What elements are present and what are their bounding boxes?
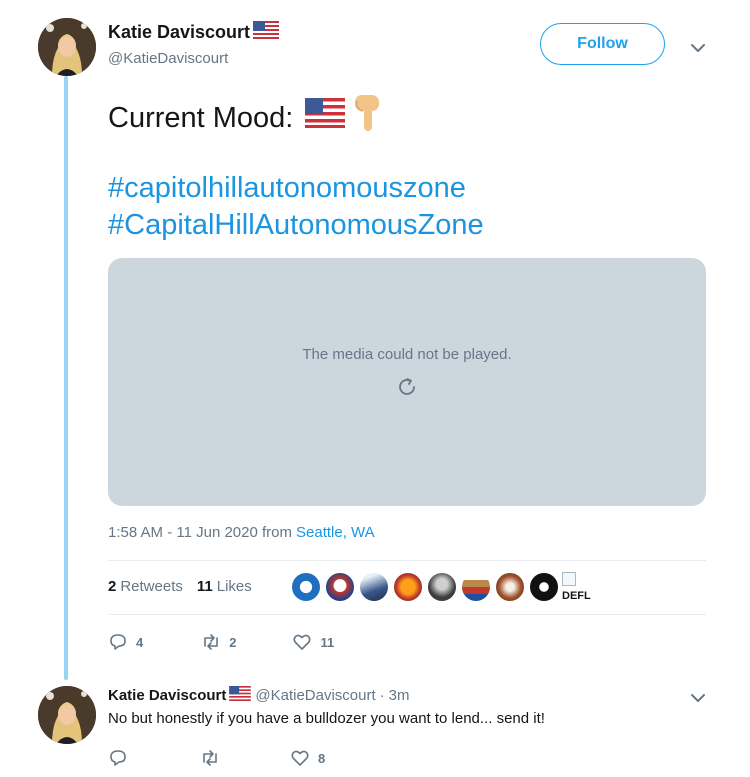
media-player[interactable]: The media could not be played. — [108, 258, 706, 506]
us-flag-icon — [305, 98, 346, 138]
retweets-count[interactable]: 2 — [108, 578, 116, 595]
retweet-icon — [204, 634, 219, 650]
liker-avatar[interactable] — [290, 571, 322, 603]
retweet-count: 2 — [229, 634, 237, 650]
media-error-message: The media could not be played. — [302, 346, 512, 363]
reply-icon — [110, 750, 126, 766]
retry-icon[interactable] — [395, 375, 419, 399]
display-name[interactable]: Katie Daviscourt — [108, 687, 226, 704]
chevron-down-icon[interactable] — [688, 688, 708, 708]
likes-count[interactable]: 11 — [197, 578, 213, 595]
separator: · — [379, 687, 385, 704]
liker-avatar[interactable] — [460, 571, 492, 603]
reply-button[interactable]: 4 — [108, 632, 143, 652]
display-name[interactable]: Katie Daviscourt — [108, 22, 250, 43]
tweet-stats: 2 Retweets 11 Likes — [108, 578, 252, 595]
reply-icon — [110, 634, 126, 650]
liker-avatar[interactable] — [528, 571, 560, 603]
avatar[interactable] — [38, 18, 96, 76]
divider — [108, 560, 706, 561]
tweet-timestamp: 1:58 AM - 11 Jun 2020 from Seattle, WA — [108, 524, 375, 541]
broken-image-alt: DEFL — [562, 590, 591, 602]
retweet-icon — [203, 750, 217, 766]
retweet-button[interactable] — [200, 748, 228, 768]
like-button[interactable]: 8 — [290, 748, 325, 768]
chevron-down-icon[interactable] — [688, 38, 708, 58]
tweet-time[interactable]: 1:58 AM - 11 Jun 2020 from — [108, 524, 292, 541]
likers-list: DEFL — [290, 570, 598, 604]
hashtag-link[interactable]: #capitolhillautonomouszone — [108, 172, 466, 205]
divider — [108, 614, 706, 615]
avatar[interactable] — [38, 686, 96, 744]
tweet-text: Current Mood: — [108, 93, 385, 143]
us-flag-icon — [229, 686, 252, 705]
follow-button[interactable]: Follow — [540, 23, 665, 65]
retweet-button[interactable]: 2 — [201, 632, 236, 652]
reply-actions: 8 — [108, 748, 325, 768]
us-flag-icon — [253, 21, 280, 44]
reply-count: 4 — [136, 634, 144, 650]
reply-button[interactable] — [108, 748, 136, 768]
pointing-down-icon — [351, 93, 385, 143]
liker-avatar[interactable] — [324, 571, 356, 603]
heart-icon — [293, 634, 312, 650]
thread-line — [64, 76, 68, 680]
hashtag-link[interactable]: #CapitalHillAutonomousZone — [108, 209, 484, 242]
reply-header: Katie Daviscourt @KatieDaviscourt · 3m — [108, 686, 410, 705]
like-button[interactable]: 11 — [292, 632, 334, 652]
liker-avatar[interactable] — [426, 571, 458, 603]
tweet-actions: 4 2 11 — [108, 632, 334, 652]
like-count: 8 — [318, 750, 326, 766]
heart-icon — [291, 750, 309, 766]
reply-time[interactable]: 3m — [389, 687, 410, 704]
liker-avatar-broken[interactable]: DEFL — [562, 570, 598, 604]
user-handle[interactable]: @KatieDaviscourt — [108, 50, 228, 67]
liker-avatar[interactable] — [358, 571, 390, 603]
retweets-label[interactable]: Retweets — [120, 578, 183, 595]
tweet-text-label: Current Mood: — [108, 102, 294, 134]
liker-avatar[interactable] — [494, 571, 526, 603]
likes-label[interactable]: Likes — [217, 578, 252, 595]
broken-image-icon — [562, 572, 576, 586]
location-link[interactable]: Seattle, WA — [296, 524, 375, 541]
liker-avatar[interactable] — [392, 571, 424, 603]
user-handle[interactable]: @KatieDaviscourt — [255, 687, 375, 704]
like-count: 11 — [320, 634, 335, 650]
reply-text: No but honestly if you have a bulldozer … — [108, 710, 545, 727]
